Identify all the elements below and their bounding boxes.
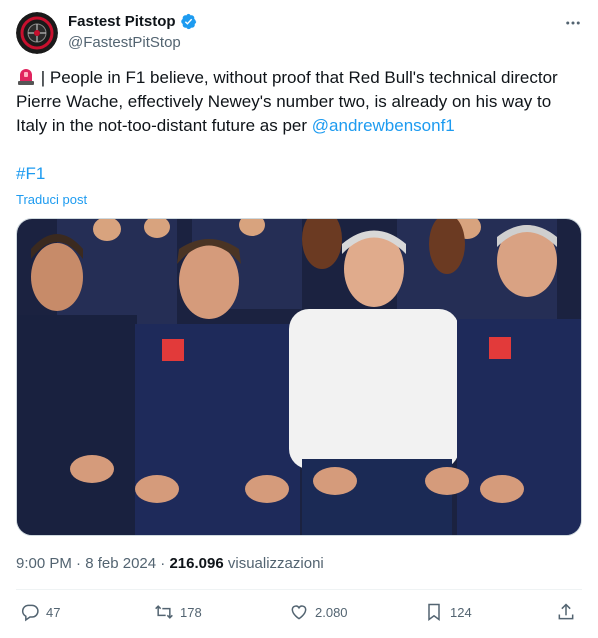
repost-count: 178: [180, 604, 202, 620]
author-handle[interactable]: @FastestPitStop: [68, 34, 181, 51]
author-name-row[interactable]: Fastest Pitstop: [68, 13, 197, 30]
reply-icon: [21, 604, 39, 622]
heart-icon: [291, 605, 307, 620]
like-count: 2.080: [315, 604, 348, 620]
mention-link[interactable]: @andrewbensonf1: [312, 116, 455, 135]
bookmark-count: 124: [450, 604, 472, 620]
tweet-text: | People in F1 believe, without proof th…: [16, 66, 582, 138]
reply-button[interactable]: 47: [20, 602, 60, 622]
author-display-name[interactable]: Fastest Pitstop: [68, 13, 176, 30]
bookmark-button[interactable]: 124: [424, 602, 472, 622]
fastest-pitstop-logo-icon: [16, 12, 58, 54]
police-light-emoji-icon: [18, 69, 34, 85]
tweet-body: | People in F1 believe, without proof th…: [16, 68, 558, 135]
verified-badge-icon: [180, 13, 196, 30]
meta-separator: ·: [71, 555, 86, 572]
action-bar: 47 178 2.080 124: [16, 602, 582, 626]
repost-icon: [155, 605, 173, 619]
team-photo-image: [17, 219, 581, 535]
like-button[interactable]: 2.080: [289, 602, 348, 622]
divider: [16, 589, 582, 590]
avatar[interactable]: [16, 12, 58, 54]
meta-separator: ·: [156, 555, 170, 572]
more-options-icon[interactable]: [564, 14, 582, 32]
translate-post-link[interactable]: Traduci post: [16, 192, 87, 207]
views-label: visualizzazioni: [223, 555, 324, 572]
tweet-photo[interactable]: [16, 218, 582, 536]
repost-button[interactable]: 178: [154, 602, 202, 622]
hashtag-link[interactable]: #F1: [16, 164, 45, 184]
bookmark-icon: [428, 603, 440, 621]
share-button[interactable]: [556, 602, 576, 622]
views-count: 216.096: [169, 555, 224, 572]
tweet-date[interactable]: 8 feb 2024: [85, 555, 156, 572]
share-icon: [558, 603, 574, 620]
tweet-time[interactable]: 9:00 PM: [16, 555, 72, 572]
tweet-meta: 9:00 PM · 8 feb 2024 · 216.096 visualizz…: [16, 555, 324, 572]
reply-count: 47: [46, 604, 61, 620]
